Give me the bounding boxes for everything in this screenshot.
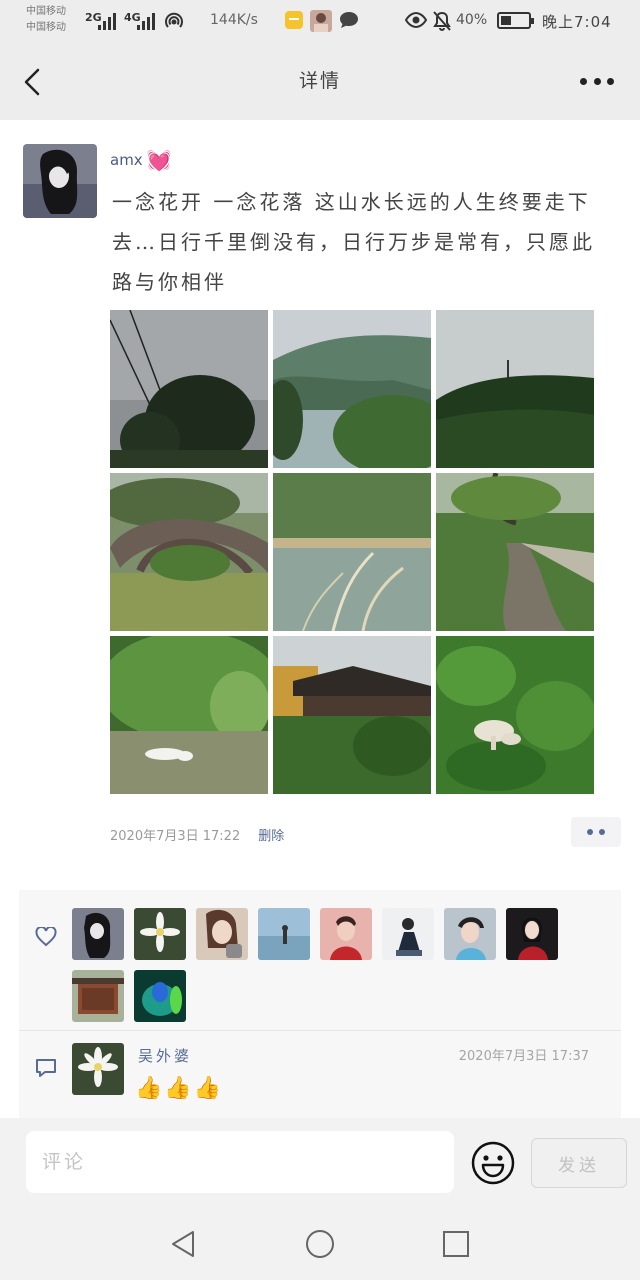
comment-input[interactable] [26,1131,454,1193]
status-clock: 晚上7:04 [542,13,612,31]
system-home-icon[interactable] [304,1228,336,1260]
carrier-2: 中国移动 [26,22,66,33]
photo-stream-path[interactable] [436,473,594,631]
commenter-avatar[interactable] [72,1043,124,1095]
liker-avatar[interactable] [72,908,124,960]
like-comment-menu-button[interactable] [571,817,621,847]
hotspot-icon [165,12,183,28]
system-recents-icon[interactable] [440,1228,472,1260]
comment-time: 2020年7月3日 17:37 [458,1049,589,1064]
liker-avatar[interactable] [506,908,558,960]
commenter-name[interactable]: 吴外婆 [138,1045,192,1066]
battery-percent: 40% [456,12,488,28]
more-options-icon[interactable] [580,66,614,96]
signal-icon [98,12,116,30]
comment-text: 👍👍👍 [135,1076,224,1101]
author-row: amx 💓 [110,148,172,172]
comment-bubble-icon [36,1059,56,1077]
heart-emoji: 💓 [146,148,172,172]
liker-avatar[interactable] [196,908,248,960]
battery-level-fill [501,16,511,25]
photo-mushrooms[interactable] [436,636,594,794]
status-bar: 中国移动 中国移动 2G 4G 144K/s 40% 晚上7:04 [0,0,640,42]
battery-icon [497,12,534,29]
photo-stone-arch-bridge[interactable] [110,473,268,631]
message-icon [340,12,358,28]
liker-avatar[interactable] [320,908,372,960]
carrier-1: 中国移动 [26,6,66,17]
contact-avatar-icon [310,10,332,32]
post-text: 一念花开 一念花落 这山水长远的人生终要走下去…日行千里倒没有，日行万步是常有，… [112,190,595,294]
signal-icon [137,12,155,30]
heart-icon [35,927,57,947]
liker-avatar[interactable] [134,970,186,1022]
post-meta: 2020年7月3日 17:22 删除 [110,825,284,844]
comment-input-bar: 发送 [0,1118,640,1208]
photo-grid [110,310,595,794]
interactions-panel: 吴外婆 2020年7月3日 17:37 👍👍👍 [19,890,621,1118]
liker-avatar[interactable] [258,908,310,960]
photo-temple[interactable] [273,636,431,794]
post-time: 2020年7月3日 17:22 [110,829,241,844]
photo-power-lines-tree[interactable] [110,310,268,468]
divider [19,1030,621,1031]
carrier-labels: 中国移动 中国移动 [26,4,66,36]
liker-avatar[interactable] [382,908,434,960]
network-speed: 144K/s [210,12,258,28]
author-avatar[interactable] [23,144,97,218]
eye-icon [404,11,428,29]
moment-post: amx 💓 一念花开 一念花落 这山水长远的人生终要走下去…日行千里倒没有，日行… [0,120,640,1118]
liker-avatars [72,908,617,1022]
system-back-icon[interactable] [167,1228,199,1260]
photo-ducks-pond[interactable] [110,636,268,794]
photo-mountain-lake[interactable] [273,310,431,468]
top-navbar: 详情 [0,42,640,120]
photo-reed-pond[interactable] [273,473,431,631]
system-navigation-bar [0,1208,640,1280]
send-button[interactable]: 发送 [531,1138,627,1188]
page-title: 详情 [298,70,341,92]
liker-avatar[interactable] [72,970,124,1022]
notes-app-icon [285,11,303,29]
delete-button[interactable]: 删除 [258,825,284,844]
mute-bell-icon [433,11,451,31]
emoji-icon[interactable] [470,1140,516,1186]
author-name[interactable]: amx [110,151,143,169]
photo-forest-hill[interactable] [436,310,594,468]
liker-avatar[interactable] [444,908,496,960]
liker-avatar[interactable] [134,908,186,960]
